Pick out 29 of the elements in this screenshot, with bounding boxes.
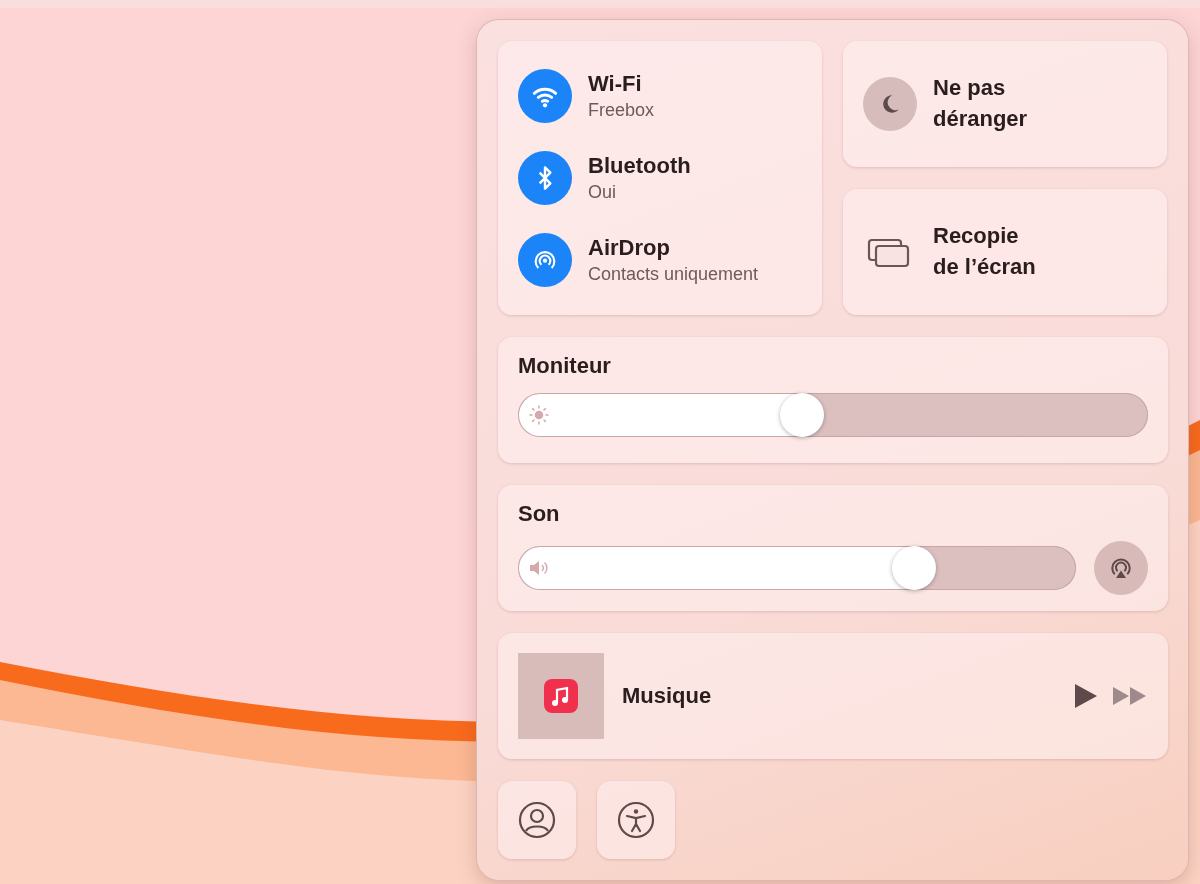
fast-forward-icon[interactable] — [1112, 685, 1148, 707]
wifi-toggle[interactable] — [518, 69, 572, 123]
user-icon — [517, 800, 557, 840]
sound-title: Son — [518, 501, 561, 527]
accessibility-icon — [616, 800, 656, 840]
display-title: Moniteur — [518, 353, 612, 379]
toggle-status: Oui — [588, 182, 617, 203]
focus-toggle[interactable] — [863, 77, 917, 131]
focus-label: Ne pas déranger — [933, 74, 1029, 133]
slider-track[interactable] — [518, 546, 1076, 590]
screen-mirroring-card[interactable]: Recopie de l’écran — [843, 189, 1167, 315]
user-button[interactable] — [498, 781, 576, 859]
music-app-icon — [544, 679, 578, 713]
toggle-status: Contacts uniquement — [588, 264, 759, 285]
toggle-title: AirDrop — [588, 235, 671, 261]
toggle-title: Wi-Fi — [588, 71, 643, 97]
now-playing-app: Musique — [622, 683, 713, 709]
focus-card[interactable]: Ne pas déranger — [843, 41, 1167, 167]
toggle-title: Bluetooth — [588, 153, 691, 179]
brightness-icon — [528, 404, 550, 426]
accessibility-button[interactable] — [597, 781, 675, 859]
airplay-button[interactable] — [1094, 541, 1148, 595]
slider-thumb[interactable] — [892, 546, 937, 590]
bluetooth-toggle[interactable] — [518, 151, 572, 205]
play-icon[interactable] — [1072, 683, 1098, 709]
airdrop-toggle[interactable] — [518, 233, 572, 287]
slider-track[interactable] — [518, 393, 1148, 437]
screen-mirroring-label: Recopie de l’écran — [933, 222, 1037, 281]
toggle-status: Freebox — [588, 100, 655, 121]
